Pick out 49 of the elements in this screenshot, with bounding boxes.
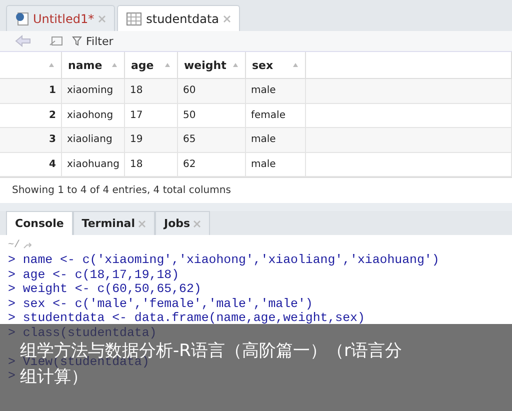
table-cell: 18	[125, 79, 178, 104]
sort-icon	[164, 62, 171, 68]
console-line: > studentdata <- data.frame(name,age,weight,sex)	[8, 311, 365, 326]
table-cell: xiaoliang	[62, 128, 125, 152]
sort-icon	[111, 62, 118, 68]
arrow-icon[interactable]	[23, 241, 32, 249]
table-cell: female	[246, 104, 306, 128]
close-icon[interactable]	[138, 220, 146, 228]
table-cell: male	[246, 128, 306, 152]
table-summary: Showing 1 to 4 of 4 entries, 4 total columns	[0, 177, 512, 203]
table-cell: 62	[178, 152, 246, 177]
row-number: 4	[0, 152, 62, 177]
sort-icon	[232, 62, 239, 68]
row-number: 3	[0, 128, 62, 152]
table-cell: 17	[125, 104, 178, 128]
sort-icon	[48, 62, 55, 68]
console-tab[interactable]: Console	[6, 211, 73, 235]
filter-icon	[72, 36, 82, 46]
popout-icon[interactable]	[48, 35, 64, 47]
table-cell: male	[246, 152, 306, 177]
close-icon[interactable]	[98, 14, 106, 22]
console-tab[interactable]: Jobs	[154, 211, 210, 235]
row-number: 2	[0, 104, 62, 128]
editor-tab[interactable]: Untitled1*	[6, 5, 116, 31]
table-cell: 60	[178, 79, 246, 104]
editor-tab[interactable]: studentdata	[117, 5, 240, 31]
working-directory: ~/	[8, 240, 20, 250]
table-cell: xiaoming	[62, 79, 125, 104]
console-line: > age <- c(18,17,19,18)	[8, 268, 180, 282]
table-cell: 50	[178, 104, 246, 128]
console-line: >	[8, 369, 16, 384]
console-line: > weight <- c(60,50,65,62)	[8, 282, 202, 296]
console-line: > class(studentdata)	[8, 326, 157, 340]
table-icon	[126, 12, 142, 26]
row-number: 1	[0, 79, 62, 104]
filter-button[interactable]: Filter	[72, 34, 114, 48]
sort-icon	[292, 62, 299, 68]
table-cell: 19	[125, 128, 178, 152]
table-cell: 65	[178, 128, 246, 152]
table-cell: 18	[125, 152, 178, 177]
table-cell: xiaohuang	[62, 152, 125, 177]
console-line: > name <- c('xiaoming','xiaohong','xiaoliang','xiaohuang')	[8, 253, 440, 268]
console-line: > sex <- c('male','female','male','male')	[8, 296, 313, 311]
close-icon[interactable]	[193, 220, 202, 228]
table-cell: xiaohong	[62, 104, 125, 128]
table-cell: male	[246, 79, 306, 104]
console-tab[interactable]: Terminal	[72, 211, 155, 235]
close-icon[interactable]	[223, 14, 232, 22]
r-script-icon	[15, 12, 29, 26]
